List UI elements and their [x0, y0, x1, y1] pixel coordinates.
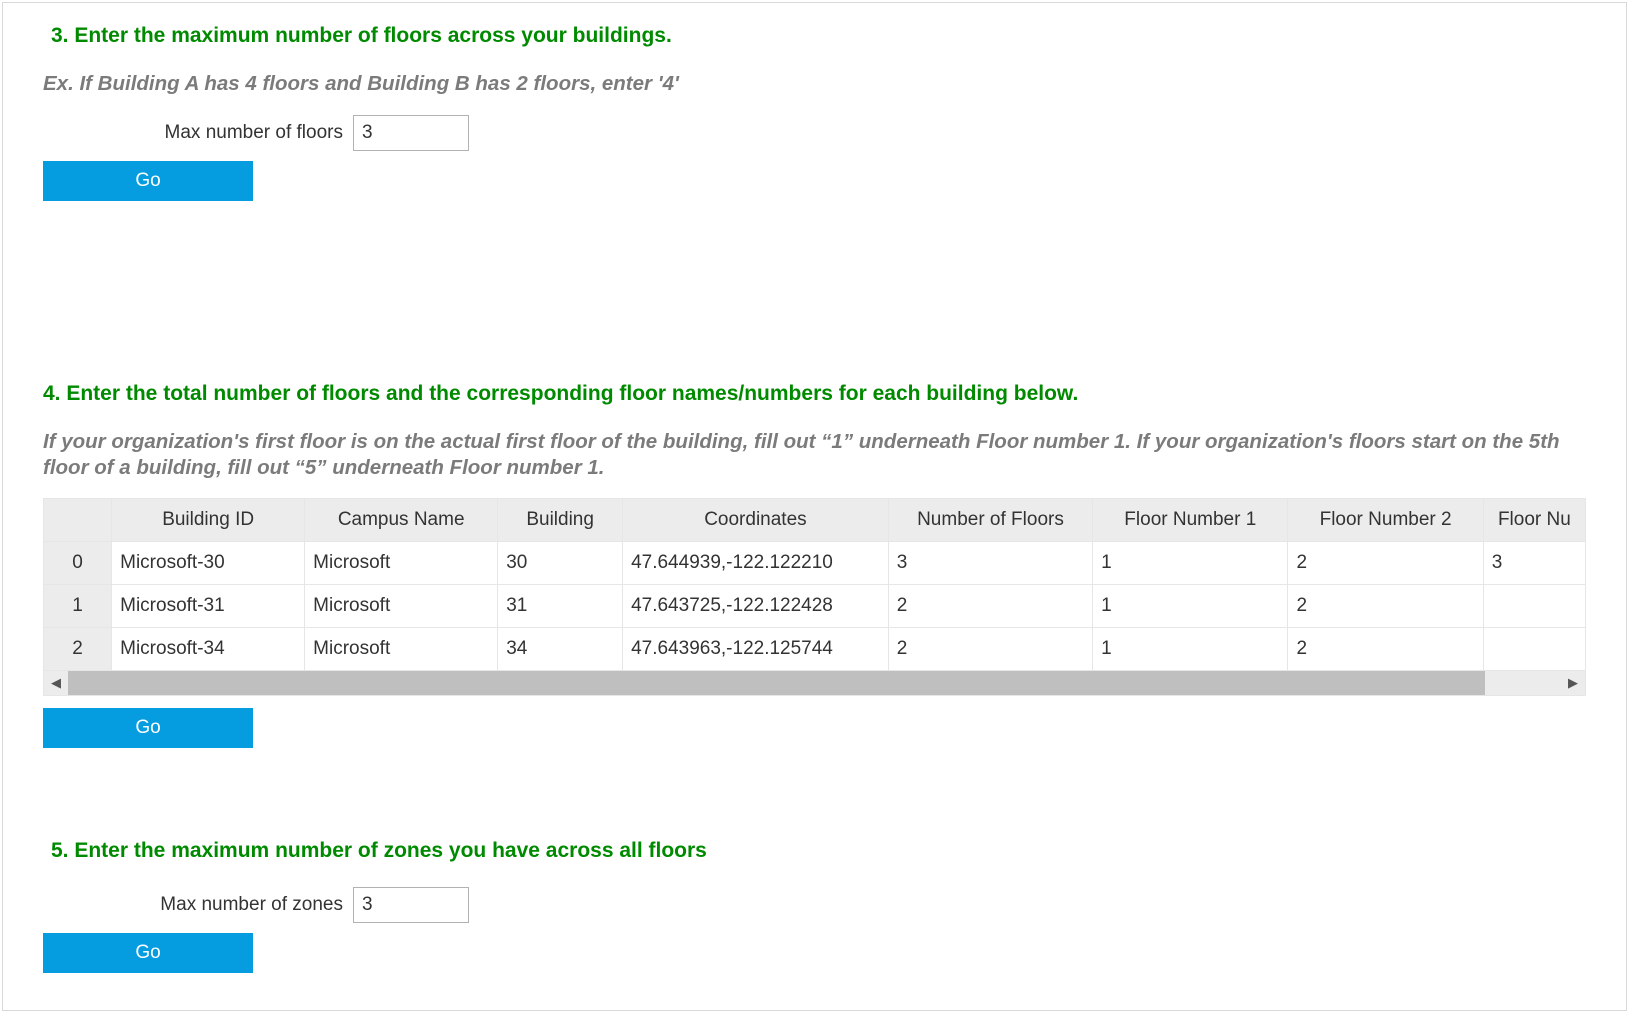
- buildings-table: Building ID Campus Name Building Coordin…: [43, 498, 1586, 671]
- col-header-building: Building: [498, 499, 623, 542]
- col-header-building-id: Building ID: [112, 499, 305, 542]
- page-content: 3. Enter the maximum number of floors ac…: [3, 3, 1626, 973]
- cell-building[interactable]: 30: [498, 542, 623, 585]
- cell-floor-2[interactable]: 2: [1288, 628, 1483, 671]
- cell-coordinates[interactable]: 47.643963,-122.125744: [623, 628, 889, 671]
- cell-floor-2[interactable]: 2: [1288, 585, 1483, 628]
- col-header-floor-1: Floor Number 1: [1093, 499, 1288, 542]
- cell-building[interactable]: 31: [498, 585, 623, 628]
- section-4-go-button[interactable]: Go: [43, 708, 253, 748]
- cell-num-floors[interactable]: 3: [888, 542, 1092, 585]
- scroll-left-icon[interactable]: ◀: [44, 671, 68, 695]
- cell-num-floors[interactable]: 2: [888, 585, 1092, 628]
- cell-floor-3[interactable]: [1483, 628, 1585, 671]
- spacer: [43, 201, 1586, 381]
- cell-coordinates[interactable]: 47.643725,-122.122428: [623, 585, 889, 628]
- cell-index: 2: [44, 628, 112, 671]
- table-horizontal-scrollbar[interactable]: ◀ ▶: [43, 671, 1586, 696]
- cell-building[interactable]: 34: [498, 628, 623, 671]
- col-header-floor-2: Floor Number 2: [1288, 499, 1483, 542]
- section-5-go-button[interactable]: Go: [43, 933, 253, 973]
- cell-floor-1[interactable]: 1: [1093, 628, 1288, 671]
- table-row: 2 Microsoft-34 Microsoft 34 47.643963,-1…: [44, 628, 1586, 671]
- cell-campus-name[interactable]: Microsoft: [305, 542, 498, 585]
- cell-campus-name[interactable]: Microsoft: [305, 628, 498, 671]
- cell-floor-1[interactable]: 1: [1093, 585, 1288, 628]
- max-floors-label: Max number of floors: [43, 122, 353, 144]
- spacer: [43, 748, 1586, 838]
- max-floors-input[interactable]: [353, 115, 469, 151]
- table-row: 1 Microsoft-31 Microsoft 31 47.643725,-1…: [44, 585, 1586, 628]
- cell-index: 0: [44, 542, 112, 585]
- cell-num-floors[interactable]: 2: [888, 628, 1092, 671]
- section-5-heading: 5. Enter the maximum number of zones you…: [43, 838, 1586, 864]
- table-header-row: Building ID Campus Name Building Coordin…: [44, 499, 1586, 542]
- section-3-go-button[interactable]: Go: [43, 161, 253, 201]
- col-header-floor-3: Floor Nu: [1483, 499, 1585, 542]
- cell-floor-2[interactable]: 2: [1288, 542, 1483, 585]
- cell-building-id[interactable]: Microsoft-34: [112, 628, 305, 671]
- buildings-table-wrap: Building ID Campus Name Building Coordin…: [43, 498, 1586, 696]
- cell-campus-name[interactable]: Microsoft: [305, 585, 498, 628]
- scroll-thumb[interactable]: [68, 671, 1485, 695]
- section-3-heading: 3. Enter the maximum number of floors ac…: [43, 23, 1586, 49]
- section-4-heading: 4. Enter the total number of floors and …: [43, 381, 1586, 407]
- cell-index: 1: [44, 585, 112, 628]
- section-4-example: If your organization's first floor is on…: [43, 429, 1586, 480]
- cell-floor-3[interactable]: 3: [1483, 542, 1585, 585]
- cell-building-id[interactable]: Microsoft-31: [112, 585, 305, 628]
- max-zones-field-row: Max number of zones: [43, 887, 1586, 923]
- scroll-right-icon[interactable]: ▶: [1561, 671, 1585, 695]
- cell-coordinates[interactable]: 47.644939,-122.122210: [623, 542, 889, 585]
- cell-building-id[interactable]: Microsoft-30: [112, 542, 305, 585]
- page-frame: 3. Enter the maximum number of floors ac…: [2, 2, 1627, 1011]
- table-row: 0 Microsoft-30 Microsoft 30 47.644939,-1…: [44, 542, 1586, 585]
- cell-floor-1[interactable]: 1: [1093, 542, 1288, 585]
- col-header-campus-name: Campus Name: [305, 499, 498, 542]
- max-zones-label: Max number of zones: [43, 894, 353, 916]
- max-floors-field-row: Max number of floors: [43, 115, 1586, 151]
- col-header-num-floors: Number of Floors: [888, 499, 1092, 542]
- col-header-coordinates: Coordinates: [623, 499, 889, 542]
- cell-floor-3[interactable]: [1483, 585, 1585, 628]
- max-zones-input[interactable]: [353, 887, 469, 923]
- col-header-index: [44, 499, 112, 542]
- section-3-example: Ex. If Building A has 4 floors and Build…: [43, 71, 1586, 97]
